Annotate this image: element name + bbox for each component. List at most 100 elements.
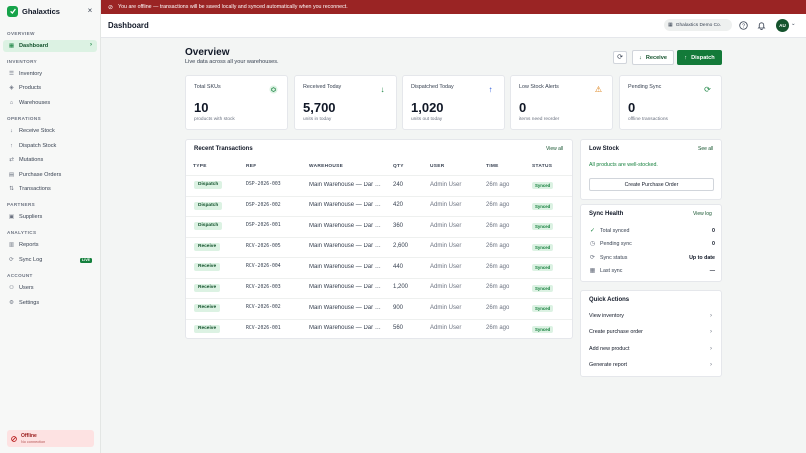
time-cell: 26m ago — [486, 304, 510, 311]
stat-card-pending-sync: Pending Sync ⟳ 0 offline transactions — [619, 75, 722, 130]
sidebar-item-label: Reports — [19, 242, 39, 248]
stat-label: Total SKUs — [194, 84, 221, 90]
sidebar-item-mutations[interactable]: ⇄ Mutations — [3, 154, 97, 166]
section-analytics: Analytics — [7, 230, 37, 235]
quick-action-label: Add new product — [589, 345, 630, 352]
sidebar-item-settings[interactable]: ⚙ Settings — [3, 297, 97, 309]
ref-cell: RCV-2026-004 — [246, 264, 281, 269]
sync-row-total-synced: ✓ Total synced 0 — [589, 226, 715, 235]
table-row[interactable]: Receive RCV-2026-002 Main Warehouse — Da… — [186, 298, 572, 319]
connection-status: Offline No connection — [7, 430, 94, 447]
quick-action-add-new-product[interactable]: Add new product › — [589, 342, 715, 355]
stat-label: Low Stock Alerts — [519, 84, 559, 90]
col-header-qty[interactable]: QTY — [393, 164, 404, 169]
status-badge: Synced — [532, 223, 554, 230]
brand[interactable]: Ghalaxtics — [7, 5, 60, 17]
type-badge: Receive — [194, 263, 221, 271]
help-icon[interactable]: ? — [739, 21, 748, 30]
view-log-link[interactable]: View log — [693, 211, 712, 217]
table-row[interactable]: Dispatch DSP-2026-003 Main Warehouse — D… — [186, 175, 572, 196]
overview-title: Overview — [185, 47, 230, 58]
status-badge: Synced — [532, 264, 554, 271]
table-row[interactable]: Dispatch DSP-2026-002 Main Warehouse — D… — [186, 195, 572, 217]
warehouse-cell: Main Warehouse — Dar es Salaam — [309, 263, 381, 270]
sidebar-item-users[interactable]: ⚇ Users — [3, 282, 97, 294]
stat-value: 0 — [628, 100, 636, 115]
col-header-warehouse[interactable]: WAREHOUSE — [309, 164, 343, 169]
section-partners: Partners — [7, 202, 36, 207]
time-cell: 26m ago — [486, 181, 510, 188]
user-cell: Admin User — [430, 181, 462, 188]
dispatch-label: Dispatch — [691, 54, 715, 61]
refresh-button[interactable]: ⟳ — [613, 51, 627, 64]
col-header-time[interactable]: TIME — [486, 164, 499, 169]
user-cell: Admin User — [430, 202, 462, 208]
sidebar-item-warehouses[interactable]: ⌂ Warehouses — [3, 97, 97, 109]
sidebar-item-inventory[interactable]: ☰ Inventory — [3, 68, 97, 80]
stat-card-received-today: Received Today ↓ 5,700 units in today — [294, 75, 397, 130]
dispatch-button[interactable]: ↑ Dispatch — [677, 50, 722, 65]
warehouse-cell: Main Warehouse — Dar es Salaam — [309, 181, 381, 188]
quick-action-create-purchase-order[interactable]: Create purchase order › — [589, 325, 715, 338]
col-header-type[interactable]: TYPE — [193, 164, 207, 169]
col-header-user[interactable]: USER — [430, 164, 445, 169]
sidebar-item-transactions[interactable]: ⇅ Transactions — [3, 183, 97, 195]
avatar[interactable]: AU — [776, 19, 789, 32]
chevron-right-icon: › — [710, 361, 712, 368]
type-badge: Receive — [194, 242, 221, 251]
sidebar-item-dashboard[interactable]: ▦ Dashboard › — [3, 40, 97, 52]
sidebar-item-label: Mutations — [19, 157, 44, 163]
chevron-right-icon: › — [710, 345, 712, 352]
warehouse-cell: Main Warehouse — Dar es Salaam — [309, 222, 381, 229]
swap-icon: ⇄ — [9, 157, 14, 163]
see-all-link[interactable]: See all — [698, 146, 713, 152]
users-icon: ⚇ — [8, 285, 14, 291]
status-badge: Synced — [532, 243, 554, 251]
chevron-down-icon[interactable]: ⌄ — [791, 21, 796, 27]
col-header-status[interactable]: STATUS — [532, 164, 552, 169]
sidebar-item-label: Dispatch Stock — [19, 143, 57, 149]
svg-text:?: ? — [742, 23, 745, 29]
table-row[interactable]: Dispatch DSP-2026-001 Main Warehouse — D… — [186, 216, 572, 237]
table-row[interactable]: Receive RCV-2026-001 Main Warehouse — Da… — [186, 318, 572, 340]
quick-action-view-inventory[interactable]: View inventory › — [589, 309, 715, 322]
sidebar-item-products[interactable]: ◈ Products — [3, 82, 97, 94]
table-row[interactable]: Receive RCV-2026-004 Main Warehouse — Da… — [186, 257, 572, 278]
quick-action-generate-report[interactable]: Generate report › — [589, 358, 715, 371]
offline-banner: ⊘ You are offline — transactions will be… — [101, 0, 806, 14]
org-switcher[interactable]: ▦ Ghalaxtics Demo Co. — [664, 19, 732, 31]
type-badge: Dispatch — [194, 222, 223, 230]
receive-button[interactable]: ↓ Receive — [632, 50, 674, 65]
sidebar-item-receive-stock[interactable]: ↓ Receive Stock — [3, 125, 97, 137]
sidebar-item-label: Warehouses — [19, 100, 51, 106]
sync-row-label: Pending sync — [600, 240, 632, 247]
sync-health-panel: Sync Health View log ✓ Total synced 0 ◷ … — [580, 204, 722, 282]
time-cell: 26m ago — [486, 202, 510, 208]
table-row[interactable]: Receive RCV-2026-003 Main Warehouse — Da… — [186, 277, 572, 299]
ref-cell: DSP-2026-001 — [246, 223, 281, 228]
table-row[interactable]: Receive RCV-2026-005 Main Warehouse — Da… — [186, 236, 572, 258]
qty-cell: 2,600 — [393, 243, 409, 249]
bell-icon[interactable] — [757, 21, 766, 31]
create-purchase-order-button[interactable]: Create Purchase Order — [589, 178, 714, 191]
type-badge: Receive — [194, 324, 221, 333]
view-all-link[interactable]: View all — [546, 146, 563, 152]
user-cell: Admin User — [430, 243, 462, 249]
ref-cell: RCV-2026-001 — [246, 325, 281, 331]
sidebar-item-sync-log[interactable]: ⟳ Sync Log LIVE — [3, 254, 97, 266]
stat-sub: units in today — [303, 117, 332, 122]
sidebar-item-purchase-orders[interactable]: ▤ Purchase Orders — [3, 169, 97, 181]
sidebar-item-suppliers[interactable]: ▣ Suppliers — [3, 211, 97, 223]
warehouse-cell: Main Warehouse — Dar es Salaam — [309, 304, 381, 311]
calendar-icon: ▦ — [589, 268, 596, 274]
sidebar-item-label: Users — [19, 285, 34, 291]
time-cell: 26m ago — [486, 243, 510, 249]
sidebar-item-reports[interactable]: ▥ Reports — [3, 239, 97, 251]
stat-card-dispatched-today: Dispatched Today ↑ 1,020 units out today — [402, 75, 505, 130]
close-sidebar-icon[interactable]: × — [86, 7, 94, 15]
ref-cell: DSP-2026-002 — [246, 202, 281, 208]
sidebar-item-dispatch-stock[interactable]: ↑ Dispatch Stock — [3, 140, 97, 152]
check-circle-icon: ✓ — [589, 228, 596, 234]
user-cell: Admin User — [430, 222, 462, 229]
col-header-ref[interactable]: REF — [246, 164, 257, 169]
